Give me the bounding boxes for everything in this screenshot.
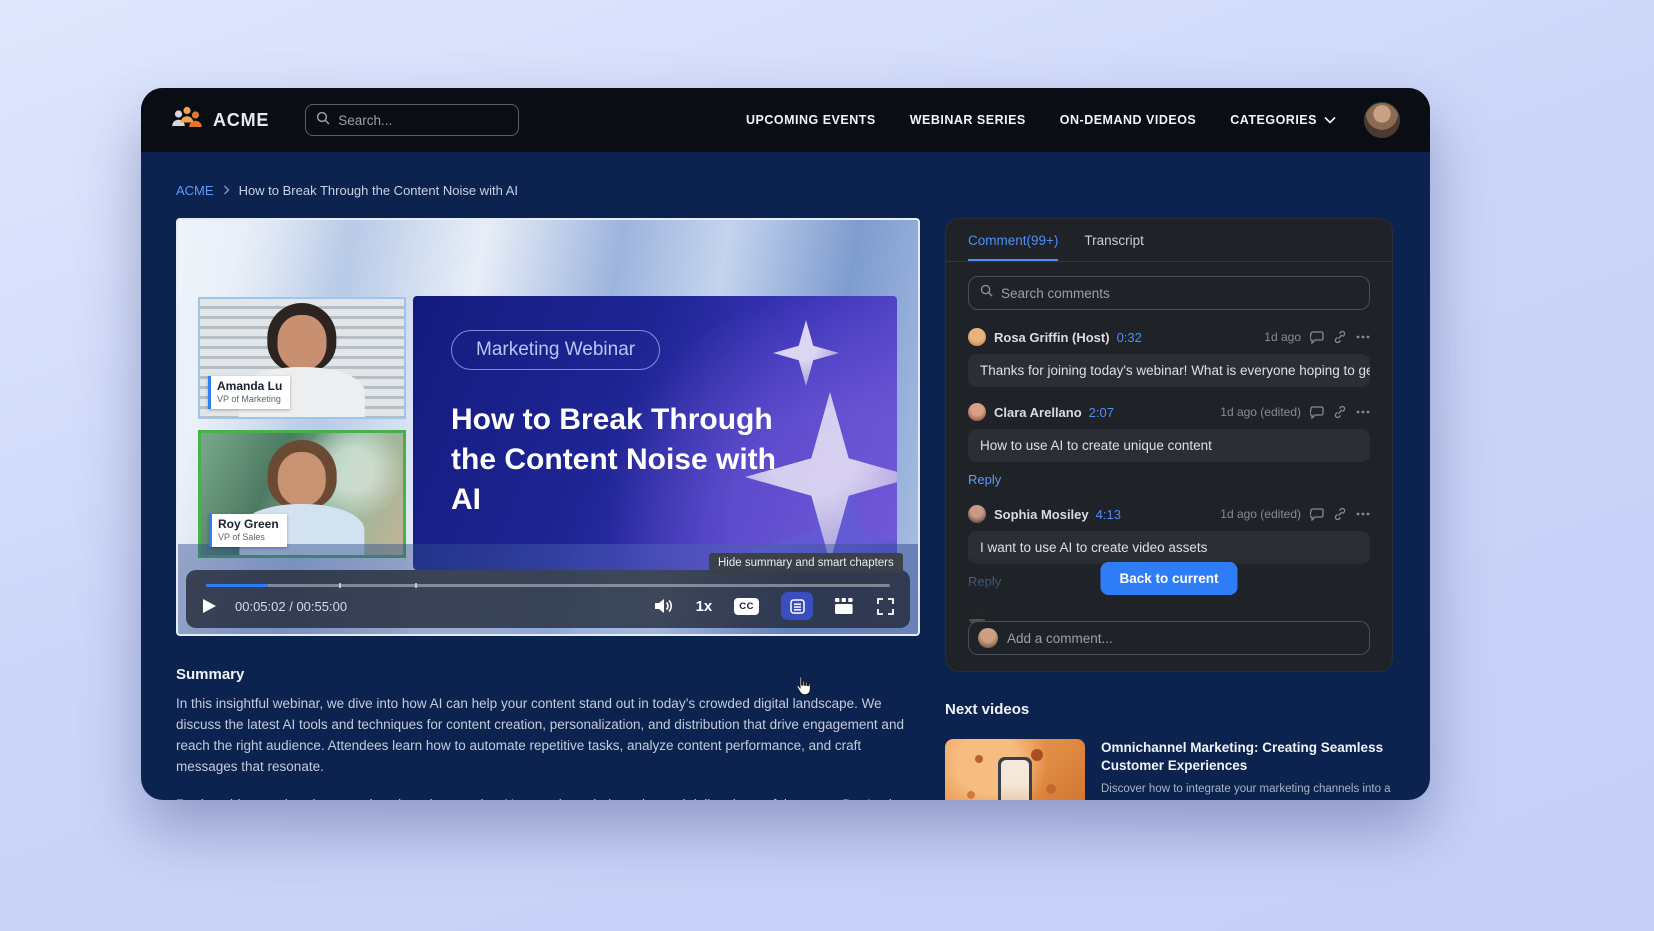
search-icon — [316, 111, 330, 130]
comment-timestamp-link[interactable]: 0:32 — [1117, 330, 1142, 345]
nav-categories[interactable]: CATEGORIES — [1230, 113, 1336, 127]
captions-button[interactable]: CC — [734, 598, 759, 615]
summary-paragraph: Real-world examples showcase how brands … — [176, 794, 924, 800]
decorative-dots — [975, 755, 983, 763]
more-options-icon[interactable] — [1356, 335, 1370, 339]
top-navbar: ACME UPCOMING EVENTS WEBINAR SERIES ON-D… — [141, 88, 1430, 152]
comment-timestamp-link[interactable]: 4:13 — [1096, 507, 1121, 522]
next-videos-heading: Next videos — [945, 701, 1397, 718]
chevron-down-icon — [1324, 113, 1336, 127]
copy-link-icon[interactable] — [1333, 330, 1347, 344]
avatar — [968, 403, 986, 421]
transcript-toggle-button[interactable] — [781, 592, 813, 620]
comments-search-input[interactable] — [1001, 286, 1358, 301]
profile-avatar[interactable] — [1364, 102, 1400, 138]
next-video-card[interactable]: Omnichannel Marketing: Creating Seamless… — [945, 739, 1397, 800]
playback-speed-button[interactable]: 1x — [696, 598, 713, 615]
breadcrumb-home-link[interactable]: ACME — [176, 183, 214, 198]
tab-comments[interactable]: Comment(99+) — [968, 233, 1058, 261]
phone-illustration — [998, 757, 1032, 800]
speaker-nametag: Amanda Lu VP of Marketing — [208, 376, 290, 409]
search-icon — [980, 284, 993, 302]
reply-link[interactable]: Reply — [968, 472, 1001, 487]
nav-on-demand-videos[interactable]: ON-DEMAND VIDEOS — [1060, 113, 1196, 127]
controls-tooltip: Hide summary and smart chapters — [709, 553, 903, 573]
next-videos-section: Next videos Omnichannel Marketing: Creat… — [945, 701, 1397, 800]
progress-bar[interactable] — [206, 584, 890, 587]
comment-author: Rosa Griffin (Host) — [994, 330, 1110, 345]
comment-author: Clara Arellano — [994, 405, 1082, 420]
next-video-description: Discover how to integrate your marketing… — [1101, 781, 1397, 800]
next-video-title[interactable]: Omnichannel Marketing: Creating Seamless… — [1101, 739, 1397, 775]
reply-bubble-icon[interactable] — [1310, 406, 1324, 419]
comments-search[interactable] — [968, 276, 1370, 310]
avatar — [968, 505, 986, 523]
comment-age: 1d ago (edited) — [1220, 405, 1301, 419]
more-options-icon[interactable] — [1356, 512, 1370, 516]
slide-title: How to Break Through the Content Noise w… — [451, 400, 811, 520]
slide-badge: Marketing Webinar — [451, 330, 660, 370]
video-player[interactable]: Amanda Lu VP of Marketing Roy Green VP o… — [176, 218, 920, 636]
tab-transcript[interactable]: Transcript — [1084, 233, 1144, 261]
summary-heading: Summary — [176, 666, 924, 683]
player-controls-bar: 00:05:02 / 00:55:00 1x CC — [186, 570, 910, 628]
next-video-thumbnail[interactable] — [945, 739, 1085, 800]
controls-row: 00:05:02 / 00:55:00 1x CC — [202, 592, 894, 620]
comment-item: Rosa Griffin (Host) 0:32 1d ago Thanks f… — [968, 328, 1370, 387]
comments-panel: Comment(99+) Transcript Rosa Griffin (Ho… — [945, 218, 1393, 672]
global-search[interactable] — [305, 104, 519, 136]
search-input[interactable] — [338, 113, 508, 128]
speaker-tile-roy: Roy Green VP of Sales — [198, 430, 406, 558]
nav-links: UPCOMING EVENTS WEBINAR SERIES ON-DEMAND… — [746, 113, 1336, 127]
fullscreen-button[interactable] — [877, 598, 894, 615]
app-window: ACME UPCOMING EVENTS WEBINAR SERIES ON-D… — [141, 88, 1430, 800]
time-display: 00:05:02 / 00:55:00 — [235, 599, 347, 614]
copy-link-icon[interactable] — [1333, 507, 1347, 521]
comment-age: 1d ago — [1264, 330, 1301, 344]
add-comment-box[interactable] — [968, 621, 1370, 655]
reply-bubble-icon[interactable] — [1310, 331, 1324, 344]
speaker-nametag: Roy Green VP of Sales — [209, 514, 287, 547]
brand-name: ACME — [213, 110, 269, 131]
avatar — [978, 628, 998, 648]
speaker-tile-amanda: Amanda Lu VP of Marketing — [198, 297, 406, 419]
comment-text: Thanks for joining today's webinar! What… — [968, 354, 1370, 387]
avatar — [968, 328, 986, 346]
brand[interactable]: ACME — [171, 105, 269, 136]
webinar-slide: Marketing Webinar How to Break Through t… — [413, 296, 897, 570]
breadcrumb: ACME How to Break Through the Content No… — [176, 183, 518, 198]
chapter-marker[interactable] — [339, 583, 341, 588]
comment-item: Clara Arellano 2:07 1d ago (edited) How … — [968, 403, 1370, 489]
panel-tabs: Comment(99+) Transcript — [946, 219, 1392, 262]
chapters-button[interactable] — [835, 598, 853, 614]
summary-section: Summary In this insightful webinar, we d… — [176, 666, 924, 800]
acme-logo-icon — [171, 105, 203, 136]
nav-webinar-series[interactable]: WEBINAR SERIES — [910, 113, 1026, 127]
comment-author: Sophia Mosiley — [994, 507, 1089, 522]
breadcrumb-chevron-icon — [223, 183, 230, 198]
nav-upcoming-events[interactable]: UPCOMING EVENTS — [746, 113, 876, 127]
add-comment-input[interactable] — [1007, 631, 1360, 646]
play-button[interactable] — [202, 598, 217, 614]
breadcrumb-current: How to Break Through the Content Noise w… — [239, 183, 518, 198]
more-options-icon[interactable] — [1356, 410, 1370, 414]
summary-paragraph: In this insightful webinar, we dive into… — [176, 693, 924, 777]
progress-fill — [206, 584, 268, 587]
reply-bubble-icon[interactable] — [1310, 508, 1324, 521]
comment-timestamp-link[interactable]: 2:07 — [1089, 405, 1114, 420]
comment-text: How to use AI to create unique content — [968, 429, 1370, 462]
decorative-shape — [773, 320, 839, 386]
chapter-marker[interactable] — [415, 583, 417, 588]
copy-link-icon[interactable] — [1333, 405, 1347, 419]
comment-age: 1d ago (edited) — [1220, 507, 1301, 521]
volume-icon[interactable] — [654, 598, 674, 614]
back-to-current-button[interactable]: Back to current — [1100, 562, 1237, 595]
